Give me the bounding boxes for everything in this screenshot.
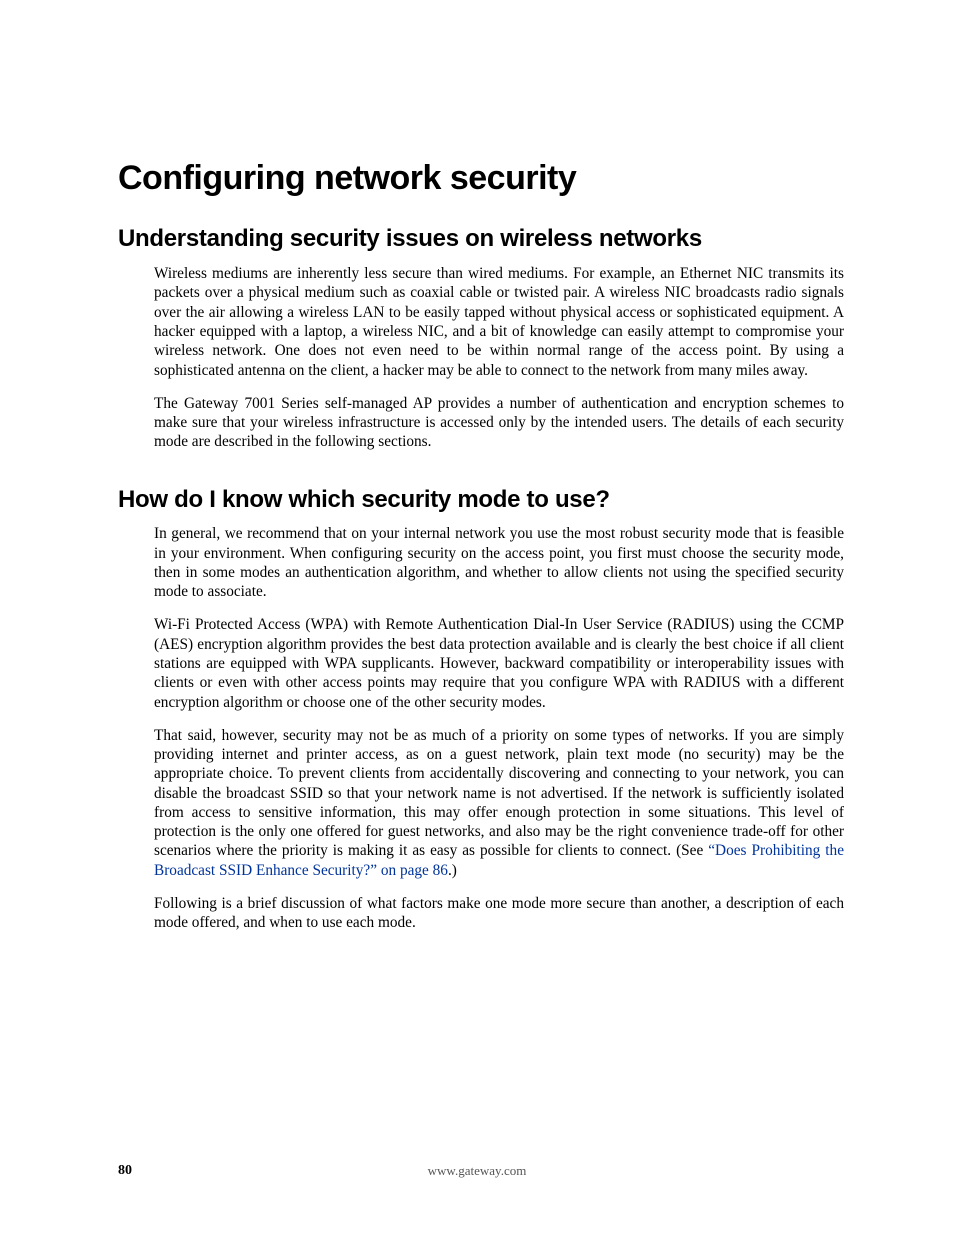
section-heading-which-mode: How do I know which security mode to use… (118, 486, 844, 515)
page-container: Configuring network security Understandi… (0, 0, 954, 1235)
paragraph-with-xref: That said, however, security may not be … (154, 726, 844, 880)
paragraph: Wireless mediums are inherently less sec… (154, 264, 844, 380)
page-title: Configuring network security (118, 160, 844, 197)
paragraph-text-post: .) (448, 862, 457, 879)
paragraph: In general, we recommend that on your in… (154, 524, 844, 601)
section-body-which-mode: In general, we recommend that on your in… (154, 524, 844, 932)
footer-url: www.gateway.com (0, 1163, 954, 1179)
paragraph: The Gateway 7001 Series self-managed AP … (154, 394, 844, 452)
paragraph-text-pre: That said, however, security may not be … (154, 727, 844, 860)
paragraph: Following is a brief discussion of what … (154, 894, 844, 933)
paragraph: Wi-Fi Protected Access (WPA) with Remote… (154, 615, 844, 711)
section-spacer (118, 466, 844, 486)
section-body-understanding: Wireless mediums are inherently less sec… (154, 264, 844, 451)
section-heading-understanding: Understanding security issues on wireles… (118, 225, 844, 254)
